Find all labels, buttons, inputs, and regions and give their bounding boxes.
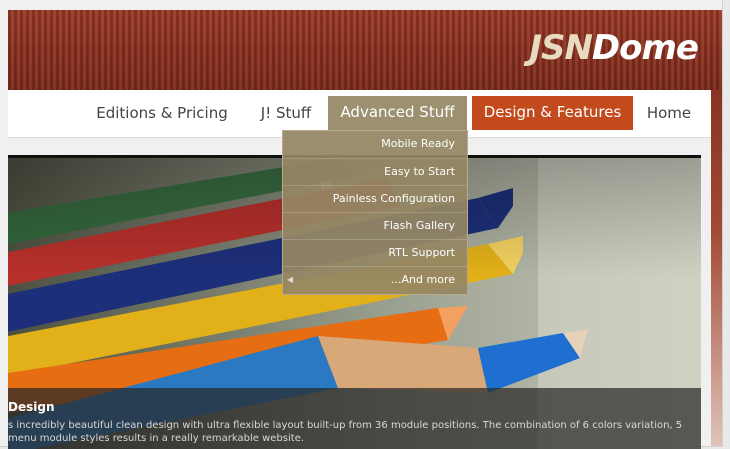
site-logo[interactable]: JSNDome: [529, 28, 699, 68]
nav-advanced-stuff[interactable]: Advanced Stuff: [328, 96, 467, 130]
nav-home[interactable]: Home: [639, 97, 699, 130]
dropdown-item-rtl-support[interactable]: RTL Support: [283, 239, 467, 265]
caption-text: s incredibly beautiful clean design with…: [8, 420, 683, 444]
logo-prefix: JSN: [529, 28, 593, 68]
dropdown-item-and-more-label: ...And more: [391, 273, 455, 286]
dropdown-item-easy-to-start[interactable]: Easy to Start: [283, 158, 467, 184]
nav-j-stuff[interactable]: J! Stuff: [248, 97, 324, 130]
logo-suffix: Dome: [591, 28, 699, 68]
side-decoration: [711, 90, 722, 446]
dropdown-item-and-more[interactable]: ◀ ...And more: [283, 266, 467, 292]
caption-title: Design: [8, 400, 55, 414]
advanced-stuff-dropdown: Mobile Ready Easy to Start Painless Conf…: [282, 130, 468, 295]
nav-editions-pricing[interactable]: Editions & Pricing: [87, 97, 237, 130]
nav-design-features[interactable]: Design & Features: [472, 96, 633, 130]
slide-caption: Design s incredibly beautiful clean desi…: [8, 388, 701, 449]
dropdown-item-mobile-ready[interactable]: Mobile Ready: [283, 131, 467, 157]
submenu-arrow-icon: ◀: [287, 275, 294, 284]
dropdown-item-flash-gallery[interactable]: Flash Gallery: [283, 212, 467, 238]
site-header: JSNDome: [8, 10, 722, 90]
dropdown-item-painless-configuration[interactable]: Painless Configuration: [283, 185, 467, 211]
